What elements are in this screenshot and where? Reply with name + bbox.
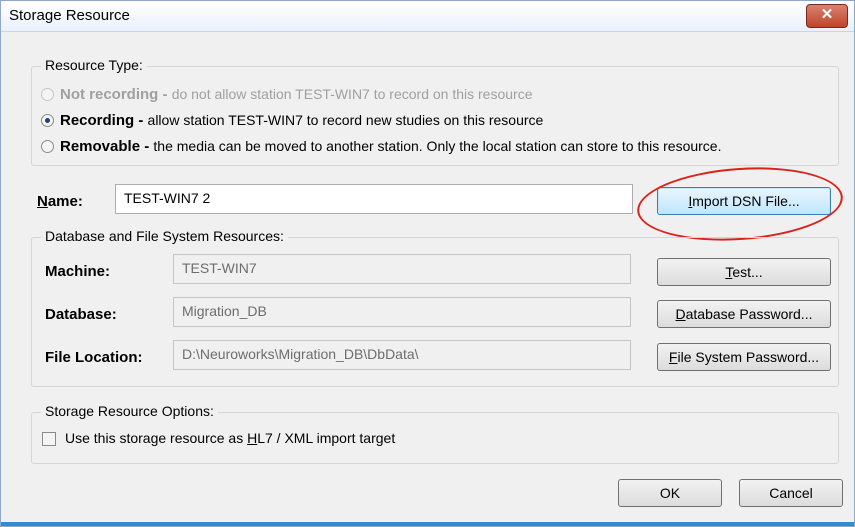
file-system-password-button[interactable]: File System Password... [657, 343, 831, 371]
hl7-import-checkbox[interactable] [42, 432, 56, 446]
title-bar[interactable]: Storage Resource ✕ [1, 1, 854, 32]
machine-field: TEST-WIN7 [173, 254, 631, 284]
radio-not-recording-indicator[interactable] [41, 88, 54, 101]
options-legend: Storage Resource Options: [41, 403, 218, 419]
hl7-import-label[interactable]: Use this storage resource as HL7 / XML i… [65, 430, 395, 446]
radio-removable[interactable]: Removable - the media can be moved to an… [41, 138, 721, 158]
database-password-button[interactable]: Database Password... [657, 300, 831, 328]
ok-button[interactable]: OK [618, 479, 722, 507]
radio-removable-description: the media can be moved to another statio… [153, 138, 722, 154]
radio-separator: - [140, 138, 154, 155]
name-input[interactable]: TEST-WIN7 2 [115, 184, 633, 214]
name-label: Name: [37, 193, 83, 210]
hl7-label-after: L7 / XML import target [257, 430, 396, 446]
db-password-mnemonic: D [675, 306, 686, 322]
radio-removable-label: Removable [60, 138, 141, 155]
resource-type-legend: Resource Type: [41, 57, 147, 73]
highlight-ellipse [634, 160, 846, 248]
radio-separator: - [134, 112, 148, 129]
radio-not-recording-label: Not recording [60, 86, 159, 103]
window-bottom-border [1, 522, 854, 526]
fs-password-label: ile System Password... [677, 349, 820, 365]
radio-removable-indicator[interactable] [41, 140, 54, 153]
file-location-label: File Location: [45, 349, 143, 366]
radio-separator: - [158, 86, 172, 103]
radio-recording[interactable]: Recording - allow station TEST-WIN7 to r… [41, 112, 543, 132]
radio-not-recording[interactable]: Not recording - do not allow station TES… [41, 86, 532, 106]
radio-recording-description: allow station TEST-WIN7 to record new st… [147, 112, 544, 128]
database-label: Database: [45, 306, 117, 323]
db-resources-legend: Database and File System Resources: [41, 228, 288, 244]
name-label-rest: ame: [47, 193, 83, 210]
hl7-label-before: Use this storage resource as [65, 430, 248, 446]
close-button[interactable]: ✕ [806, 4, 848, 28]
test-label: est... [732, 264, 763, 280]
db-password-label: atabase Password... [685, 306, 813, 322]
window-title: Storage Resource [9, 7, 130, 24]
storage-resource-dialog: Storage Resource ✕ Resource Type: Not re… [0, 0, 855, 527]
radio-recording-label: Recording [60, 112, 135, 129]
test-button[interactable]: Test... [657, 258, 831, 286]
hl7-mnemonic: H [247, 430, 258, 446]
cancel-button[interactable]: Cancel [739, 479, 843, 507]
file-location-field: D:\Neuroworks\Migration_DB\DbData\ [173, 340, 631, 370]
close-icon: ✕ [820, 6, 834, 23]
radio-recording-indicator[interactable] [41, 114, 54, 127]
machine-label: Machine: [45, 263, 111, 280]
name-label-mnemonic: N [37, 193, 48, 210]
radio-not-recording-description: do not allow station TEST-WIN7 to record… [171, 86, 533, 102]
database-field: Migration_DB [173, 297, 631, 327]
